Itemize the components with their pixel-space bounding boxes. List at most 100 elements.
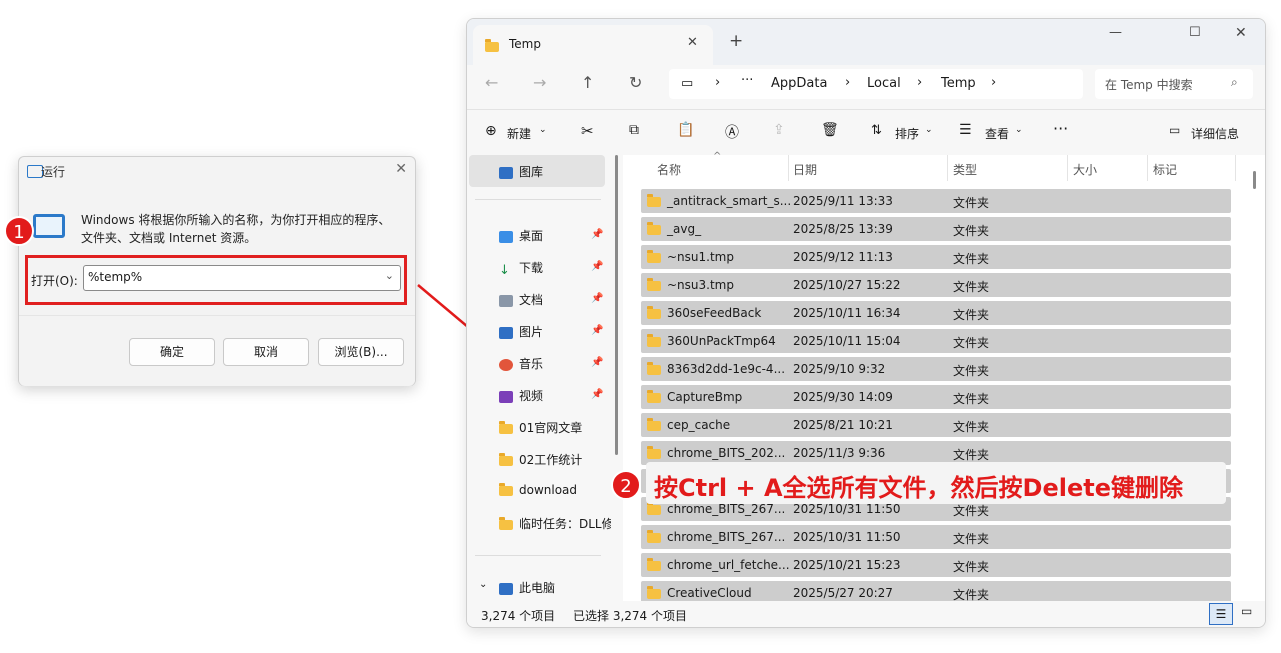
forward-icon[interactable]: → (533, 73, 546, 92)
copy-icon[interactable]: ⧉ (629, 122, 639, 138)
column-header-type[interactable]: 类型 (953, 161, 977, 178)
file-date: 2025/9/11 13:33 (793, 194, 893, 208)
sort-button[interactable]: 排序 (895, 125, 919, 142)
file-name-text: chrome_BITS_267... (667, 502, 786, 516)
back-icon[interactable]: ← (485, 73, 498, 92)
table-row[interactable]: 360seFeedBack 2025/10/11 16:34 文件夹 (641, 301, 1231, 325)
up-icon[interactable]: ↑ (581, 73, 594, 92)
search-icon: ⌕ (1231, 75, 1238, 89)
folder-icon (647, 501, 661, 515)
refresh-icon[interactable]: ↻ (629, 73, 642, 92)
cut-icon[interactable]: ✂ (581, 122, 594, 140)
file-date: 2025/10/11 16:34 (793, 306, 901, 320)
status-bar: 3,274 个项目 已选择 3,274 个项目 ☰ ▭ (467, 601, 1265, 627)
sidebar-item-desktop[interactable]: 桌面 (499, 227, 543, 244)
column-header-name[interactable]: 名称 (657, 161, 681, 178)
sidebar-item-videos[interactable]: 视频 (499, 387, 543, 404)
sidebar-item-gallery[interactable]: 图库 (469, 155, 605, 187)
sidebar-item-this-pc[interactable]: 此电脑 (499, 579, 555, 596)
breadcrumb-local[interactable]: Local (867, 76, 901, 91)
table-row[interactable]: 360UnPackTmp64 2025/10/11 15:04 文件夹 (641, 329, 1231, 353)
pin-icon[interactable]: 📌 (591, 261, 603, 272)
more-options-icon[interactable]: ··· (1053, 119, 1068, 138)
divider (1147, 155, 1148, 181)
file-date: 2025/9/12 11:13 (793, 250, 893, 264)
search-box[interactable]: 在 Temp 中搜索 ⌕ (1095, 69, 1253, 99)
column-header-tag[interactable]: 标记 (1153, 161, 1177, 178)
sort-icon[interactable]: ⇅ (871, 123, 882, 138)
sidebar-item-folder[interactable]: download (499, 482, 577, 497)
new-icon[interactable]: ⊕ (485, 123, 497, 139)
sidebar-item-pictures[interactable]: 图片 (499, 323, 543, 340)
file-name: _antitrack_smart_s... (647, 193, 791, 208)
sidebar-item-label: 桌面 (519, 229, 544, 243)
search-placeholder: 在 Temp 中搜索 (1105, 78, 1193, 92)
table-row[interactable]: ~nsu1.tmp 2025/9/12 11:13 文件夹 (641, 245, 1231, 269)
table-row[interactable]: 8363d2dd-1e9c-4... 2025/9/10 9:32 文件夹 (641, 357, 1231, 381)
sidebar-item-folder[interactable]: 临时任务：DLL修 (499, 515, 611, 532)
chevron-right-icon: › (917, 75, 923, 90)
video-icon (499, 390, 513, 403)
folder-icon (647, 445, 661, 459)
file-date: 2025/10/31 11:50 (793, 530, 901, 544)
list-scrollbar[interactable] (1253, 171, 1256, 189)
details-view-icon[interactable]: ☰ (1209, 603, 1233, 625)
new-tab-icon[interactable]: + (729, 31, 743, 51)
sidebar-item-folder[interactable]: 01官网文章 (499, 419, 582, 436)
file-type: 文件夹 (953, 420, 990, 434)
nav-scrollbar[interactable] (615, 155, 618, 455)
details-pane-icon[interactable]: ▭ (1169, 123, 1180, 137)
window-close-icon[interactable]: ✕ (1235, 25, 1247, 41)
table-row[interactable]: chrome_BITS_267... 2025/10/31 11:50 文件夹 (641, 525, 1231, 549)
pin-icon[interactable]: 📌 (591, 293, 603, 304)
computer-icon (499, 582, 513, 595)
table-row[interactable]: _avg_ 2025/8/25 13:39 文件夹 (641, 217, 1231, 241)
file-name-text: ~nsu3.tmp (667, 278, 734, 292)
breadcrumb-temp[interactable]: Temp (941, 76, 976, 91)
file-name: chrome_BITS_202... (647, 445, 785, 460)
new-button[interactable]: 新建 (507, 125, 531, 142)
delete-icon[interactable]: 🗑 (821, 122, 839, 138)
sidebar-item-downloads[interactable]: ↓ 下载 (499, 259, 543, 278)
table-row[interactable]: ~nsu3.tmp 2025/10/27 15:22 文件夹 (641, 273, 1231, 297)
pin-icon[interactable]: 📌 (591, 357, 603, 368)
rename-icon[interactable]: Ⓐ (725, 122, 739, 142)
maximize-icon[interactable]: ☐ (1189, 25, 1201, 40)
chevron-right-icon: › (845, 75, 851, 90)
pin-icon[interactable]: 📌 (591, 389, 603, 400)
sidebar-item-folder[interactable]: 02工作统计 (499, 451, 582, 468)
view-icon[interactable]: ☰ (959, 122, 972, 138)
share-icon[interactable]: ⇪ (773, 122, 785, 138)
sidebar-item-music[interactable]: 音乐 (499, 355, 543, 372)
sidebar-item-label: 01官网文章 (519, 421, 583, 435)
minimize-icon[interactable]: — (1109, 25, 1122, 40)
close-tab-icon[interactable]: ✕ (687, 35, 698, 50)
chevron-down-icon[interactable]: ⌄ (479, 579, 487, 590)
tiles-view-icon[interactable]: ▭ (1241, 604, 1252, 618)
chevron-down-icon[interactable]: ⌄ (539, 125, 547, 135)
file-name-text: _avg_ (667, 222, 702, 236)
column-header-date[interactable]: 日期 (793, 161, 817, 178)
tab-temp[interactable]: Temp ✕ (473, 25, 713, 65)
chevron-down-icon[interactable]: ⌄ (1015, 125, 1023, 135)
file-name-text: 360UnPackTmp64 (667, 334, 776, 348)
folder-icon (485, 38, 499, 52)
address-bar[interactable]: ▭ › ··· AppData › Local › Temp › (669, 69, 1083, 99)
navigation-pane: 图库 桌面 📌 ↓ 下载 📌 文档 📌 图片 📌 音乐 📌 视频 📌 01官网文章… (467, 155, 619, 601)
table-row[interactable]: CaptureBmp 2025/9/30 14:09 文件夹 (641, 385, 1231, 409)
view-button[interactable]: 查看 (985, 125, 1009, 142)
sidebar-item-documents[interactable]: 文档 (499, 291, 543, 308)
breadcrumb-appdata[interactable]: AppData (771, 76, 827, 91)
column-header-size[interactable]: 大小 (1073, 161, 1097, 178)
table-row[interactable]: chrome_url_fetche... 2025/10/21 15:23 文件夹 (641, 553, 1231, 577)
more-icon[interactable]: ··· (741, 73, 753, 88)
pin-icon[interactable]: 📌 (591, 325, 603, 336)
file-name-text: chrome_BITS_267... (667, 530, 786, 544)
table-row[interactable]: _antitrack_smart_s... 2025/9/11 13:33 文件夹 (641, 189, 1231, 213)
chevron-down-icon[interactable]: ⌄ (925, 125, 933, 135)
pin-icon[interactable]: 📌 (591, 229, 603, 240)
paste-icon[interactable]: 📋 (677, 122, 694, 138)
details-button[interactable]: 详细信息 (1191, 125, 1239, 142)
table-row[interactable]: cep_cache 2025/8/21 10:21 文件夹 (641, 413, 1231, 437)
file-type: 文件夹 (953, 364, 990, 378)
